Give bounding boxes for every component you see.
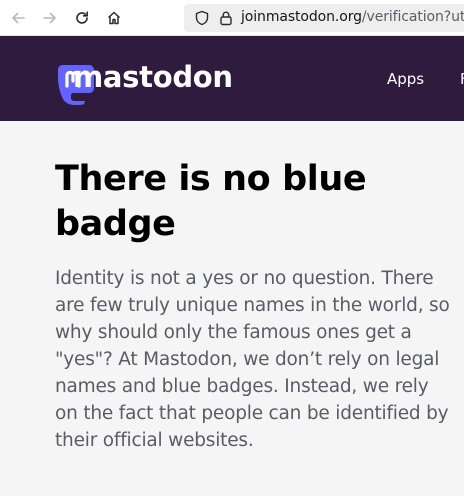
shield-icon[interactable] xyxy=(194,10,210,26)
arrow-left-icon xyxy=(12,12,25,24)
intro-paragraph: Identity is not a yes or no question. Th… xyxy=(55,268,450,451)
nav-link-apps[interactable]: Apps xyxy=(387,70,424,88)
arrow-right-icon xyxy=(43,12,56,24)
forward-button[interactable] xyxy=(38,6,62,30)
main-content: There is no blue badge Identity is not a… xyxy=(55,157,455,454)
lock-icon[interactable] xyxy=(218,10,234,26)
logo-wordmark: mastodon xyxy=(73,60,233,94)
url-path: /verification?utm_ xyxy=(361,9,464,25)
url-host: joinmastodon.org xyxy=(241,9,362,25)
url-text[interactable]: joinmastodon.org/verification?utm_ xyxy=(241,9,464,25)
page-heading: There is no blue badge xyxy=(55,159,367,244)
back-button[interactable] xyxy=(6,6,30,30)
nav-link-next[interactable]: F xyxy=(460,70,464,88)
address-bar[interactable]: joinmastodon.org/verification?utm_ xyxy=(184,4,464,32)
home-button[interactable] xyxy=(102,6,126,30)
reload-icon xyxy=(76,11,88,24)
home-icon xyxy=(107,11,121,25)
reload-button[interactable] xyxy=(70,6,94,30)
browser-toolbar: joinmastodon.org/verification?utm_ xyxy=(0,0,464,36)
site-header: mastodon Apps F xyxy=(0,36,464,121)
